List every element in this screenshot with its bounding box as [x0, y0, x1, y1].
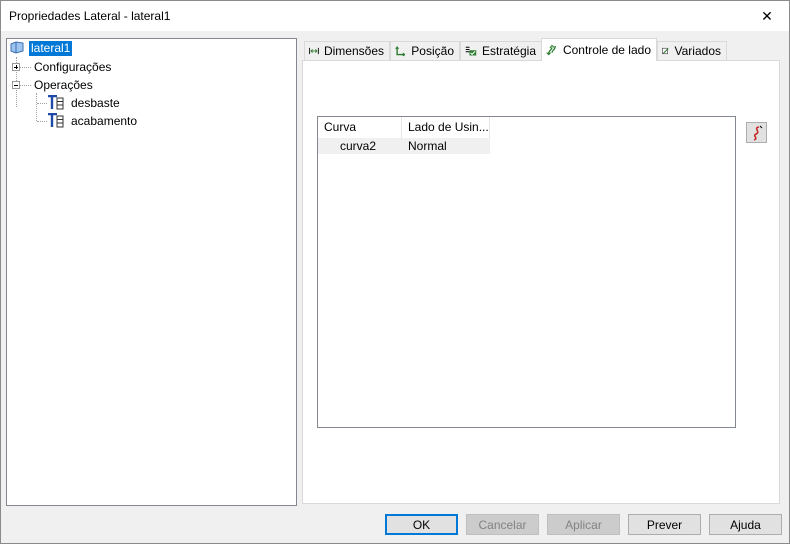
window-title: Propriedades Lateral - lateral1: [9, 9, 171, 23]
tool-operation-icon: [48, 113, 64, 128]
expand-icon[interactable]: [12, 63, 20, 71]
tree-item-label: lateral1: [29, 40, 73, 56]
tree-item-label: desbaste: [71, 95, 120, 110]
tool-operation-icon: [48, 95, 64, 110]
tree-item-label: Operações: [34, 77, 93, 92]
ok-button[interactable]: OK: [385, 514, 458, 535]
tab-label: Controle de lado: [562, 43, 651, 57]
tab-label: Estratégia: [481, 44, 536, 58]
tree-item-desbaste[interactable]: desbaste: [47, 95, 122, 111]
close-icon: ✕: [761, 7, 773, 24]
tree-item-acabamento[interactable]: acabamento: [47, 113, 139, 129]
tree-connector: [37, 121, 47, 122]
dimensions-icon: [309, 47, 319, 55]
strategy-icon: [465, 46, 477, 56]
table-row[interactable]: curva2 Normal: [318, 138, 490, 154]
side-control-icon: [546, 44, 556, 56]
cell-curva: curva2: [340, 139, 377, 153]
tab-controle-de-lado[interactable]: Controle de lado: [541, 38, 657, 61]
feature-tree[interactable]: lateral1 Configurações Operações desbast…: [6, 38, 297, 506]
apply-button[interactable]: Aplicar: [547, 514, 620, 535]
tab-estrategia[interactable]: Estratégia: [460, 41, 542, 60]
curve-select-icon: [753, 125, 762, 141]
column-header-curva[interactable]: Curva: [318, 117, 402, 138]
tab-label: Dimensões: [323, 44, 384, 58]
select-curve-button[interactable]: [746, 122, 767, 143]
help-button[interactable]: Ajuda: [709, 514, 782, 535]
tree-item-label: acabamento: [71, 113, 138, 128]
tree-item-configuracoes[interactable]: Configurações: [12, 59, 113, 75]
close-button[interactable]: ✕: [745, 1, 789, 31]
preview-button[interactable]: Prever: [628, 514, 701, 535]
tree-connector: [36, 93, 37, 121]
tree-connector: [37, 103, 47, 104]
tab-label: Posição: [411, 44, 454, 58]
list-header: Curva Lado de Usin...: [318, 117, 490, 138]
tree-item-operacoes[interactable]: Operações: [12, 77, 95, 93]
tree-item-root[interactable]: lateral1: [10, 40, 73, 56]
misc-icon: [662, 47, 669, 55]
lateral-feature-icon: [10, 41, 24, 54]
tree-item-label: Configurações: [34, 59, 112, 74]
tab-posicao[interactable]: Posição: [390, 41, 460, 60]
tab-label: Variados: [674, 44, 721, 58]
cell-lado: Normal: [408, 139, 447, 153]
title-bar: Propriedades Lateral - lateral1 ✕: [1, 1, 789, 31]
tab-variados[interactable]: Variados: [657, 41, 727, 60]
column-header-lado[interactable]: Lado de Usin...: [402, 117, 490, 138]
cancel-button[interactable]: Cancelar: [466, 514, 539, 535]
tab-dimensoes[interactable]: Dimensões: [304, 41, 390, 60]
position-icon: [395, 46, 406, 57]
collapse-icon[interactable]: [12, 81, 20, 89]
curves-list[interactable]: Curva Lado de Usin... curva2 Normal: [317, 116, 736, 428]
